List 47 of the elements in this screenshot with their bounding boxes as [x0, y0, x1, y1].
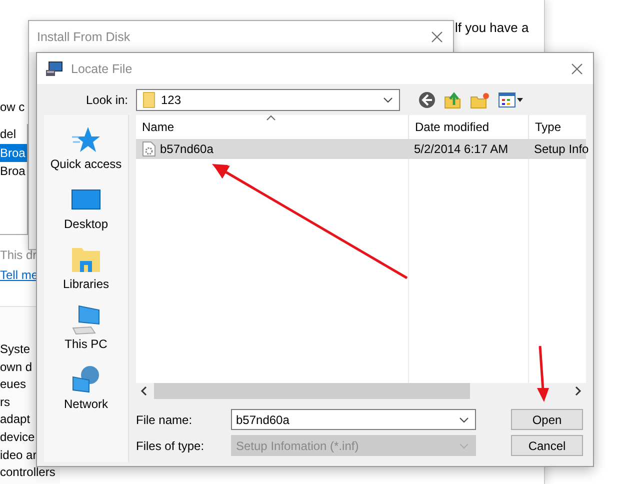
- sort-caret-icon: [266, 115, 276, 121]
- place-item[interactable]: Quick access: [50, 115, 122, 175]
- back-icon[interactable]: [418, 91, 436, 109]
- up-folder-icon[interactable]: [444, 91, 462, 109]
- section-label: ow c: [0, 100, 26, 114]
- settings-file-icon: [142, 141, 156, 157]
- chevron-down-icon: [459, 416, 469, 422]
- text-fragment: lf you have a: [455, 20, 529, 35]
- chevron-down-icon: [459, 442, 469, 448]
- star-icon: [70, 125, 101, 155]
- file-row[interactable]: b57nd60a 5/2/2014 6:17 AM Setup Info: [136, 139, 586, 159]
- network-icon: [70, 365, 101, 395]
- cancel-button[interactable]: Cancel: [511, 435, 583, 456]
- close-icon[interactable]: [571, 62, 583, 74]
- file-name-label: File name:: [136, 412, 194, 426]
- scroll-right-icon[interactable]: [574, 386, 582, 396]
- window-title: Locate File: [71, 62, 134, 76]
- place-item[interactable]: Libraries: [62, 235, 110, 295]
- model-item[interactable]: Broa: [0, 144, 27, 162]
- model-item[interactable]: Broa: [0, 162, 27, 180]
- column-header[interactable]: Name: [136, 115, 408, 139]
- file-type-label: Files of type:: [136, 438, 206, 452]
- folder-icon: [143, 92, 155, 108]
- column-header: del: [0, 126, 18, 143]
- window-title: Install From Disk: [37, 30, 132, 44]
- place-item[interactable]: This PC: [64, 295, 108, 355]
- new-folder-icon[interactable]: [470, 91, 490, 109]
- place-item[interactable]: Desktop: [64, 175, 108, 235]
- look-in-label: Look in:: [84, 93, 128, 107]
- computer-icon: [71, 305, 101, 335]
- place-item[interactable]: Network: [64, 355, 108, 415]
- type-cell-text: Setup Info: [533, 141, 586, 158]
- open-button[interactable]: Open: [511, 409, 583, 430]
- date-cell-text: 5/2/2014 6:17 AM: [413, 141, 510, 158]
- device-item[interactable]: controllers: [0, 464, 60, 482]
- computer-icon: [45, 60, 63, 76]
- scroll-thumb[interactable]: [154, 383, 470, 399]
- file-name-field[interactable]: b57nd60a: [231, 409, 476, 430]
- scroll-left-icon[interactable]: [140, 386, 148, 396]
- annotation-arrow: [537, 346, 549, 402]
- close-icon[interactable]: [431, 30, 443, 42]
- file-name: b57nd60a: [160, 142, 214, 156]
- view-menu-icon[interactable]: [498, 92, 524, 108]
- library-folder-icon: [71, 245, 101, 275]
- chevron-down-icon: [383, 97, 393, 103]
- look-in-dropdown[interactable]: 123: [136, 89, 400, 111]
- note-text: This dr: [0, 248, 36, 262]
